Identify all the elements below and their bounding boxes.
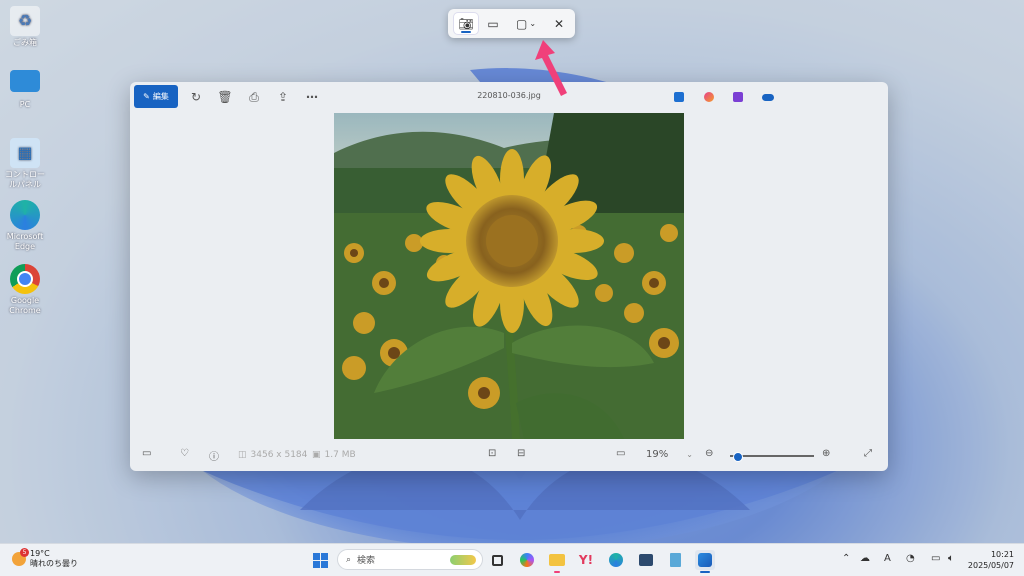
clipchamp-video-icon[interactable]	[730, 89, 746, 105]
photos-bottom-bar: ▭ ♡ ⓘ ◫ 3456 x 5184 ▣ 1.7 MB ⊡ ⊟ ▭ 19% ⌄…	[130, 441, 888, 471]
video-camera-icon: ▭	[487, 16, 499, 31]
zoom-out-icon[interactable]: ⊖	[705, 448, 713, 459]
photos-app-window: ✎ 編集 ↻ 🗑 ⎙ ⇪ ⋯ 220810-036.jpg ▭ ♡ ⓘ ◫ 34…	[130, 82, 888, 471]
weather-temperature: 19°C	[30, 549, 50, 558]
video-mode-button[interactable]: ▭	[482, 13, 504, 34]
windows-icon	[312, 552, 328, 568]
cloud-icon[interactable]: ☁	[860, 553, 870, 564]
close-button[interactable]: ✕	[548, 13, 570, 34]
copilot-icon[interactable]	[517, 550, 537, 570]
selected-indicator	[461, 31, 471, 33]
zoom-in-icon[interactable]: ⊕	[822, 448, 830, 459]
chevron-down-icon: ⌄	[529, 19, 537, 28]
pc-icon	[10, 70, 40, 92]
onedrive-icon[interactable]	[760, 89, 776, 105]
chrome-icon	[10, 264, 40, 294]
control-panel-icon: ▦	[10, 138, 40, 168]
notepad-icon[interactable]	[665, 550, 685, 570]
weather-description: 晴れのち曇り	[30, 559, 78, 568]
store-icon[interactable]	[636, 550, 656, 570]
designer-icon[interactable]	[701, 89, 717, 105]
weather-widget[interactable]: 5 19°C 晴れのち曇り	[12, 548, 78, 569]
storage-icon: ▣	[312, 450, 321, 460]
desktop-icon-recycle-bin[interactable]: ♻ ごみ箱	[4, 6, 46, 48]
yahoo-icon[interactable]: Y!	[576, 550, 596, 570]
zoom-slider[interactable]	[730, 452, 814, 462]
desktop-icon-control-panel[interactable]: ▦ コントロールパネル	[4, 138, 46, 190]
file-size: ▣ 1.7 MB	[312, 450, 356, 460]
edge-icon	[10, 200, 40, 230]
detect-icon[interactable]: ⊡	[488, 448, 496, 459]
rectangle-mode-dropdown[interactable]: ▢ ⌄	[512, 13, 540, 34]
task-view-icon[interactable]	[487, 550, 507, 570]
desktop-icon-edge[interactable]: Microsoft Edge	[4, 200, 46, 252]
recycle-bin-icon: ♻	[10, 6, 40, 36]
desktop-icon-chrome[interactable]: Google Chrome	[4, 264, 46, 316]
camera-icon: 📷︎	[458, 16, 474, 31]
ime-indicator[interactable]: A	[884, 553, 891, 564]
sun-icon: 5	[12, 548, 29, 566]
clock-date: 2025/05/07	[967, 561, 1014, 570]
chevron-down-icon: ⌄	[686, 450, 693, 459]
search-icon: ⌕	[346, 554, 352, 565]
close-icon: ✕	[553, 16, 565, 31]
info-icon[interactable]: ⓘ	[209, 448, 219, 463]
favorite-icon[interactable]: ♡	[180, 448, 189, 459]
edge-icon[interactable]	[606, 550, 626, 570]
rectangle-icon: ▢	[515, 16, 528, 31]
taskbar-clock[interactable]: 10:21 2025/05/07	[968, 549, 1014, 571]
text-recognition-icon[interactable]: ⊟	[517, 448, 525, 459]
network-icon[interactable]: ▭	[931, 553, 940, 564]
taskbar: 5 19°C 晴れのち曇り ⌕ 検索 Y! ⌃ ☁ A ◔ ▭ 🔈︎ 10:21…	[0, 543, 1024, 576]
clipchamp-icon[interactable]	[671, 89, 687, 105]
zoom-percent-dropdown[interactable]: 19% ⌄	[646, 449, 693, 460]
start-button[interactable]	[310, 550, 330, 570]
image-dimensions: ◫ 3456 x 5184	[238, 450, 308, 460]
taskbar-search[interactable]: ⌕ 検索	[337, 549, 483, 570]
filmstrip-icon[interactable]: ▭	[142, 448, 151, 459]
notification-badge: 5	[20, 548, 29, 557]
file-explorer-icon[interactable]	[547, 550, 567, 573]
camera-icon: ◫	[238, 450, 247, 460]
annotation-arrow	[535, 40, 567, 96]
snipping-toolbar: 📷︎ ▭ ▢ ⌄ ✕	[448, 9, 575, 38]
fit-screen-icon[interactable]: ▭	[616, 448, 625, 459]
photos-app-taskbar-icon[interactable]	[695, 550, 715, 573]
clock-time: 10:21	[990, 550, 1014, 559]
fullscreen-icon[interactable]: ⤢	[864, 448, 872, 459]
chevron-up-icon[interactable]: ⌃	[842, 553, 850, 564]
volume-icon[interactable]: 🔈︎	[948, 553, 954, 564]
photo-sunflower	[334, 113, 684, 439]
zoom-slider-knob[interactable]	[732, 452, 743, 462]
ime-mode-icon[interactable]: ◔	[906, 553, 915, 564]
screenshot-mode-button[interactable]: 📷︎	[454, 13, 478, 34]
desktop-icon-pc[interactable]: PC	[4, 70, 46, 110]
search-highlight-icon	[450, 554, 476, 565]
